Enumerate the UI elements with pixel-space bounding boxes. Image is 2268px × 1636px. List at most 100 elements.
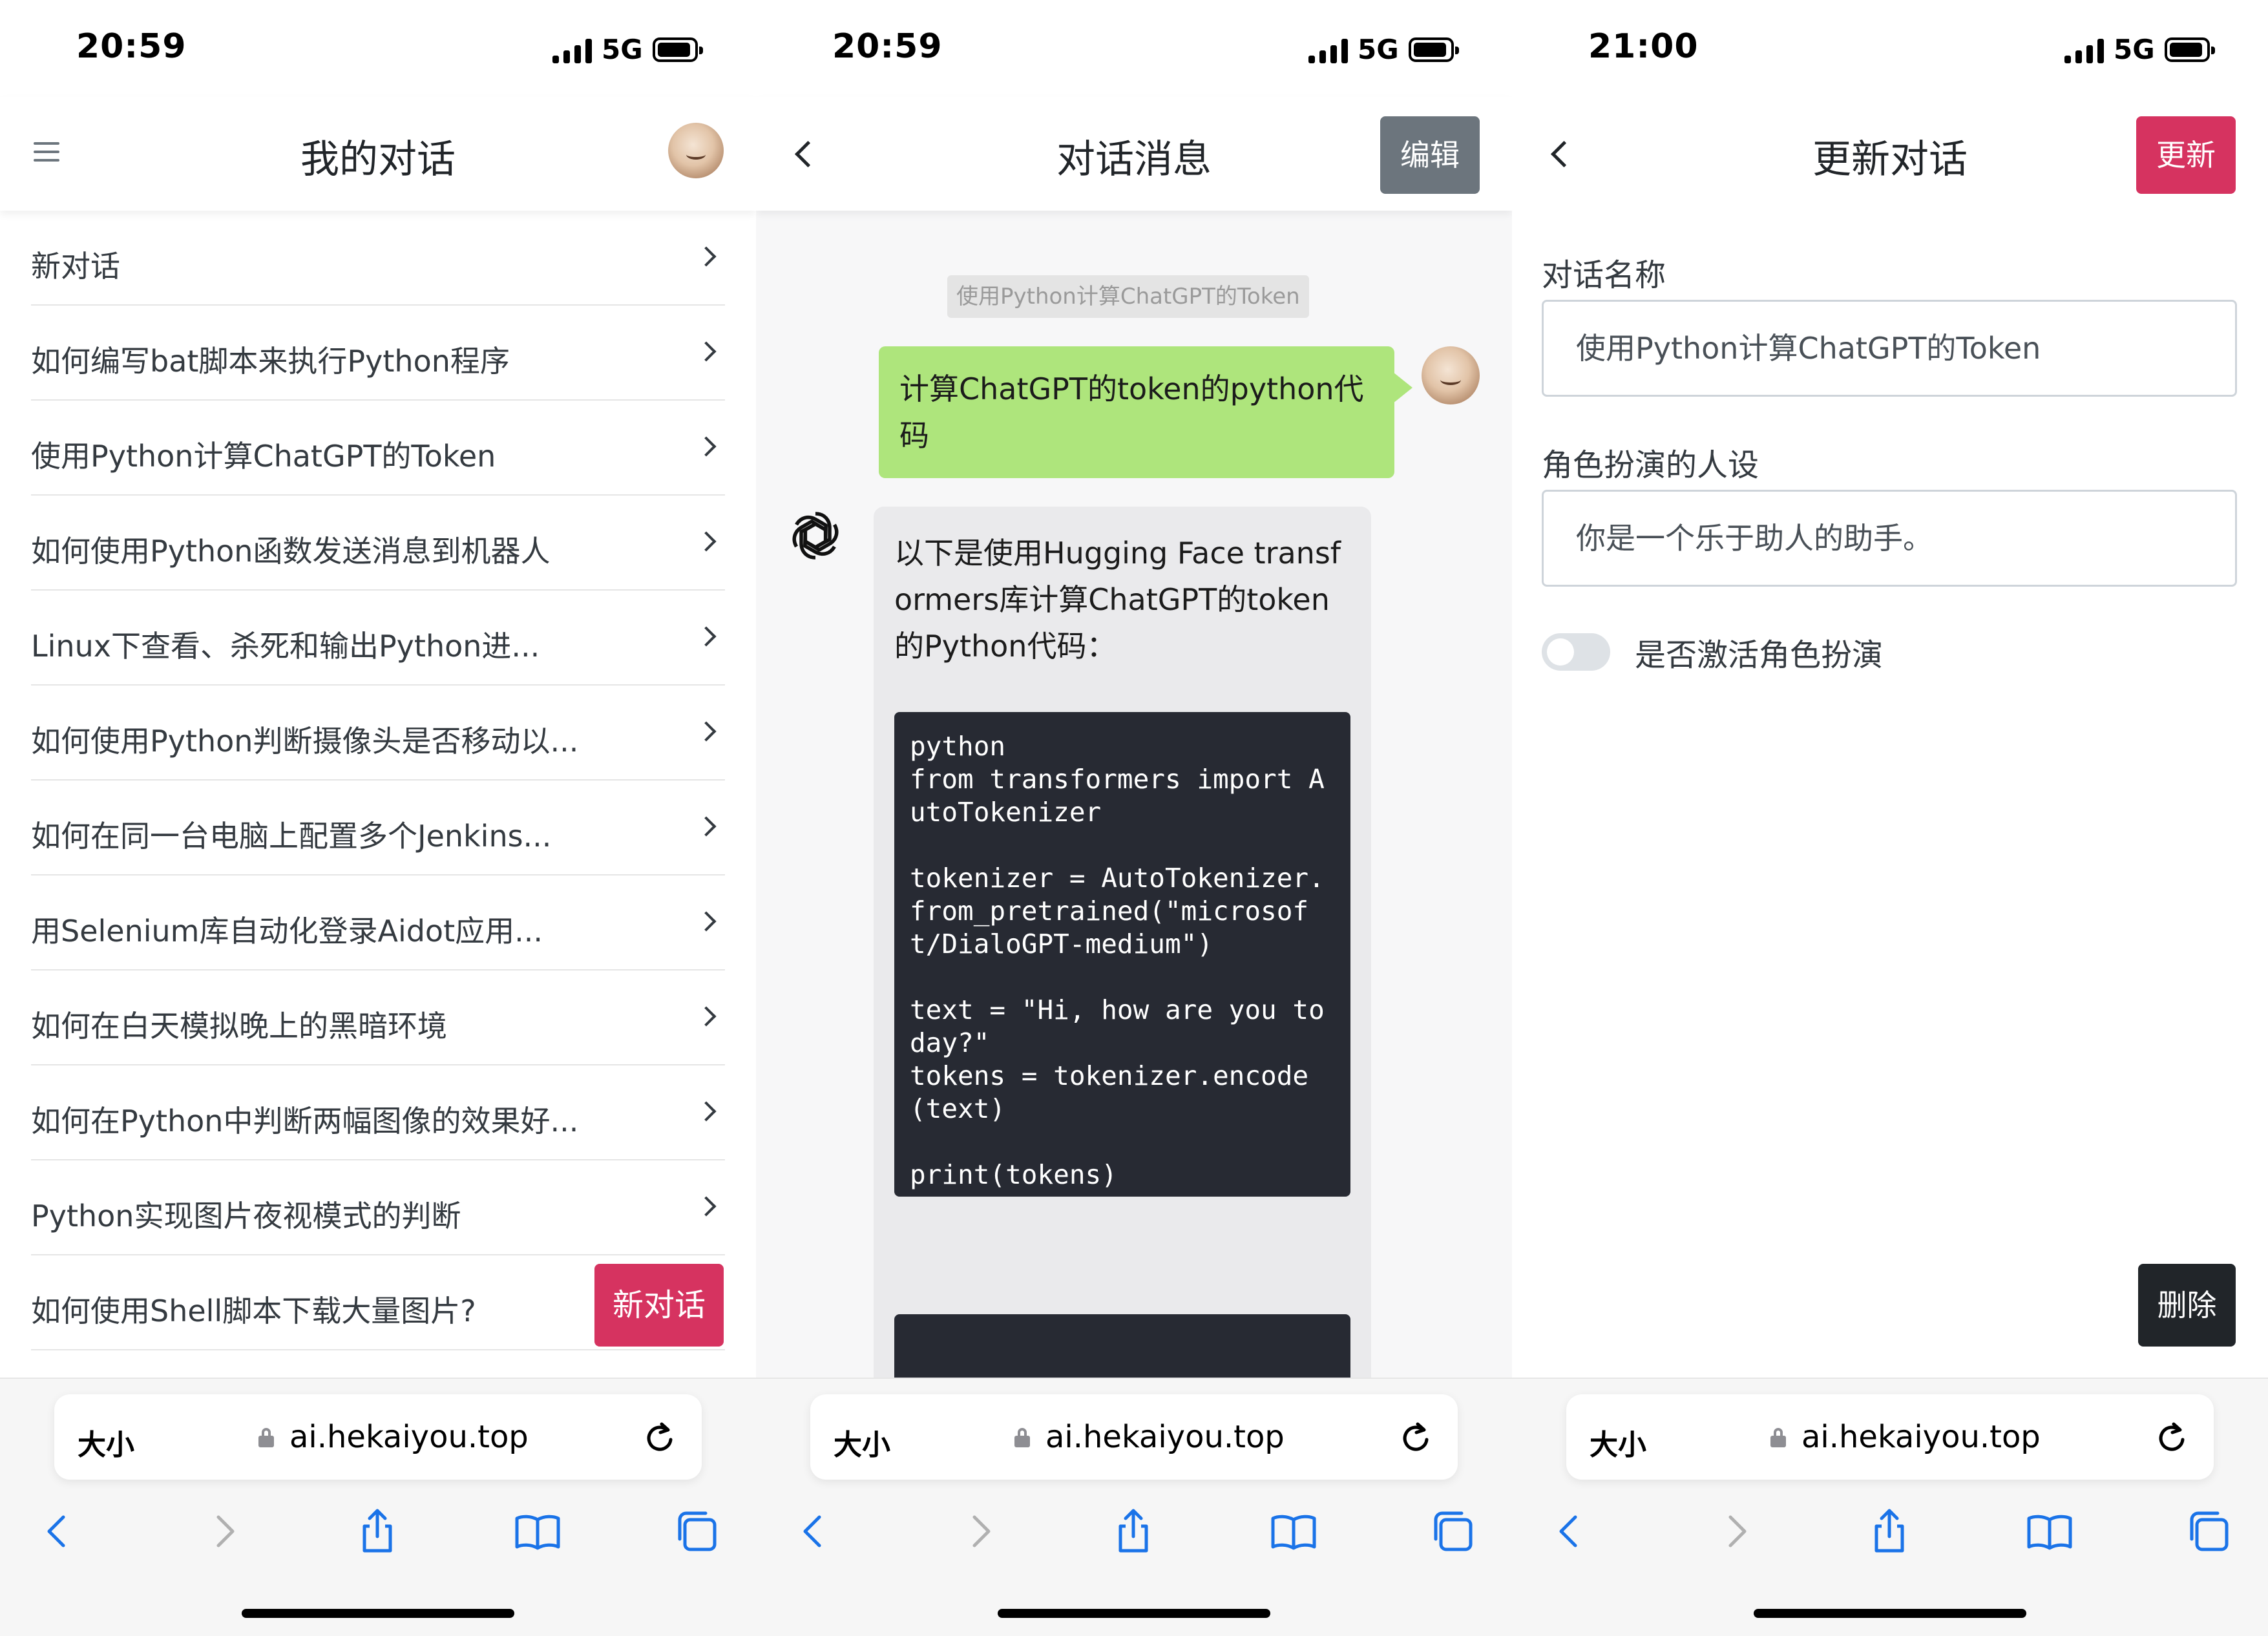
- message-list: 使用Python计算ChatGPT的Token 计算ChatGPT的token的…: [756, 211, 1512, 1378]
- assistant-message-text: 以下是使用Hugging Face transformers库计算ChatGPT…: [894, 536, 1341, 664]
- lock-icon: [258, 1428, 274, 1447]
- list-item[interactable]: 如何使用Python函数发送消息到机器人: [31, 496, 725, 591]
- list-item-label: 使用Python计算ChatGPT的Token: [31, 439, 496, 474]
- code-block: [894, 1314, 1350, 1378]
- address-bar[interactable]: 大小 ai.hekaiyou.top: [54, 1394, 702, 1480]
- list-item-label: Linux下查看、杀死和输出Python进...: [31, 629, 540, 664]
- chevron-right-icon: [696, 1101, 717, 1122]
- assistant-message-bubble: 以下是使用Hugging Face transformers库计算ChatGPT…: [874, 507, 1371, 1378]
- conversation-title-tag: 使用Python计算ChatGPT的Token: [947, 275, 1309, 318]
- list-item-label: 如何使用Shell脚本下载大量图片?: [31, 1294, 476, 1328]
- code-block: python from transformers import AutoToke…: [894, 712, 1350, 1197]
- navbar: 我的对话: [0, 97, 756, 211]
- roleplay-toggle-label: 是否激活角色扮演: [1635, 637, 1884, 673]
- edit-button[interactable]: 编辑: [1380, 116, 1480, 194]
- battery-icon: [2165, 37, 2215, 62]
- status-bar: 20:59 5G: [756, 0, 1512, 97]
- forward-icon[interactable]: [1711, 1505, 1763, 1557]
- list-item[interactable]: 如何在Python中判断两幅图像的效果好...: [31, 1065, 725, 1160]
- forward-icon[interactable]: [955, 1505, 1007, 1557]
- user-message-bubble: 计算ChatGPT的token的python代码: [879, 346, 1412, 478]
- network-type: 5G: [2114, 34, 2155, 65]
- status-time: 21:00: [1588, 27, 1699, 66]
- back-icon[interactable]: [1543, 1505, 1595, 1557]
- reload-icon[interactable]: [1398, 1418, 1434, 1456]
- battery-icon: [1409, 37, 1459, 62]
- status-bar: 20:59 5G: [0, 0, 756, 97]
- share-icon[interactable]: [1864, 1505, 1915, 1557]
- tabs-icon[interactable]: [2184, 1505, 2236, 1557]
- chevron-right-icon: [696, 816, 717, 837]
- cellular-signal-icon: [552, 37, 593, 63]
- list-item[interactable]: 如何在白天模拟晚上的黑暗环境: [31, 970, 725, 1065]
- conversation-name-label: 对话名称: [1542, 257, 1666, 293]
- chevron-right-icon: [696, 436, 717, 457]
- address-bar[interactable]: 大小 ai.hekaiyou.top: [1566, 1394, 2214, 1480]
- status-bar: 21:00 5G: [1512, 0, 2268, 97]
- text-size-button[interactable]: 大小: [1590, 1421, 1646, 1463]
- roleplay-toggle[interactable]: [1542, 633, 1610, 671]
- list-item[interactable]: 如何使用Python判断摄像头是否移动以...: [31, 686, 725, 781]
- forward-icon[interactable]: [199, 1505, 251, 1557]
- back-icon[interactable]: [787, 1505, 839, 1557]
- update-button[interactable]: 更新: [2136, 116, 2236, 194]
- url-text: ai.hekaiyou.top: [1801, 1419, 2041, 1455]
- bookmarks-icon[interactable]: [2024, 1505, 2075, 1557]
- home-indicator: [998, 1609, 1270, 1618]
- home-indicator: [242, 1609, 514, 1618]
- text-size-button[interactable]: 大小: [78, 1421, 134, 1463]
- list-item[interactable]: Linux下查看、杀死和输出Python进...: [31, 591, 725, 686]
- chevron-right-icon: [696, 1006, 717, 1027]
- list-item-label: 如何使用Python函数发送消息到机器人: [31, 534, 551, 569]
- browser-toolbar: 大小 ai.hekaiyou.top: [756, 1378, 1512, 1636]
- list-item[interactable]: 如何编写bat脚本来执行Python程序: [31, 306, 725, 401]
- url-text: ai.hekaiyou.top: [1045, 1419, 1285, 1455]
- reload-icon[interactable]: [642, 1418, 678, 1456]
- delete-button[interactable]: 删除: [2138, 1264, 2236, 1347]
- tabs-icon[interactable]: [1428, 1505, 1480, 1557]
- cellular-signal-icon: [2064, 37, 2105, 63]
- text-size-button[interactable]: 大小: [834, 1421, 890, 1463]
- persona-input[interactable]: 你是一个乐于助人的助手。: [1542, 490, 2237, 587]
- page-title: 我的对话: [300, 137, 456, 182]
- list-item[interactable]: 新对话: [31, 211, 725, 306]
- new-conversation-button[interactable]: 新对话: [594, 1264, 724, 1347]
- conversation-name-input[interactable]: 使用Python计算ChatGPT的Token: [1542, 300, 2237, 397]
- list-item[interactable]: 用Selenium库自动化登录Aidot应用...: [31, 876, 725, 970]
- share-icon[interactable]: [1108, 1505, 1159, 1557]
- chevron-right-icon: [696, 341, 717, 362]
- back-icon[interactable]: [31, 1505, 83, 1557]
- address-bar[interactable]: 大小 ai.hekaiyou.top: [810, 1394, 1458, 1480]
- list-item[interactable]: 如何在同一台电脑上配置多个Jenkins...: [31, 781, 725, 876]
- tabs-icon[interactable]: [672, 1505, 724, 1557]
- list-item-label: Python实现图片夜视模式的判断: [31, 1199, 461, 1233]
- chevron-right-icon: [696, 626, 717, 647]
- lock-icon: [1770, 1428, 1786, 1447]
- chat-screen: 20:59 5G 对话消息 编辑 使用Python计算ChatGPT的Token…: [756, 0, 1512, 1636]
- conversation-list-screen: 20:59 5G 我的对话 新对话 如何编写bat脚本来执行Python程序 使…: [0, 0, 756, 1636]
- cellular-signal-icon: [1308, 37, 1349, 63]
- list-item-label: 如何在Python中判断两幅图像的效果好...: [31, 1104, 579, 1138]
- conversation-list: 新对话 如何编写bat脚本来执行Python程序 使用Python计算ChatG…: [31, 211, 725, 1350]
- battery-icon: [653, 37, 703, 62]
- user-avatar[interactable]: [668, 123, 724, 178]
- lock-icon: [1014, 1428, 1030, 1447]
- browser-toolbar: 大小 ai.hekaiyou.top: [0, 1378, 756, 1636]
- bookmarks-icon[interactable]: [512, 1505, 563, 1557]
- user-avatar: [1422, 346, 1480, 404]
- reload-icon[interactable]: [2154, 1418, 2190, 1456]
- chevron-right-icon: [696, 911, 717, 932]
- list-item-label: 如何在同一台电脑上配置多个Jenkins...: [31, 819, 552, 854]
- list-item[interactable]: Python实现图片夜视模式的判断: [31, 1160, 725, 1255]
- bookmarks-icon[interactable]: [1268, 1505, 1319, 1557]
- persona-label: 角色扮演的人设: [1542, 447, 1759, 483]
- list-item-label: 如何编写bat脚本来执行Python程序: [31, 344, 510, 379]
- list-item-label: 如何使用Python判断摄像头是否移动以...: [31, 724, 579, 759]
- network-type: 5G: [602, 34, 643, 65]
- chevron-right-icon: [696, 721, 717, 742]
- share-icon[interactable]: [352, 1505, 403, 1557]
- chevron-right-icon: [696, 1196, 717, 1217]
- navbar: 更新对话 更新: [1512, 97, 2268, 211]
- list-item-label: 新对话: [31, 249, 120, 284]
- list-item[interactable]: 使用Python计算ChatGPT的Token: [31, 401, 725, 496]
